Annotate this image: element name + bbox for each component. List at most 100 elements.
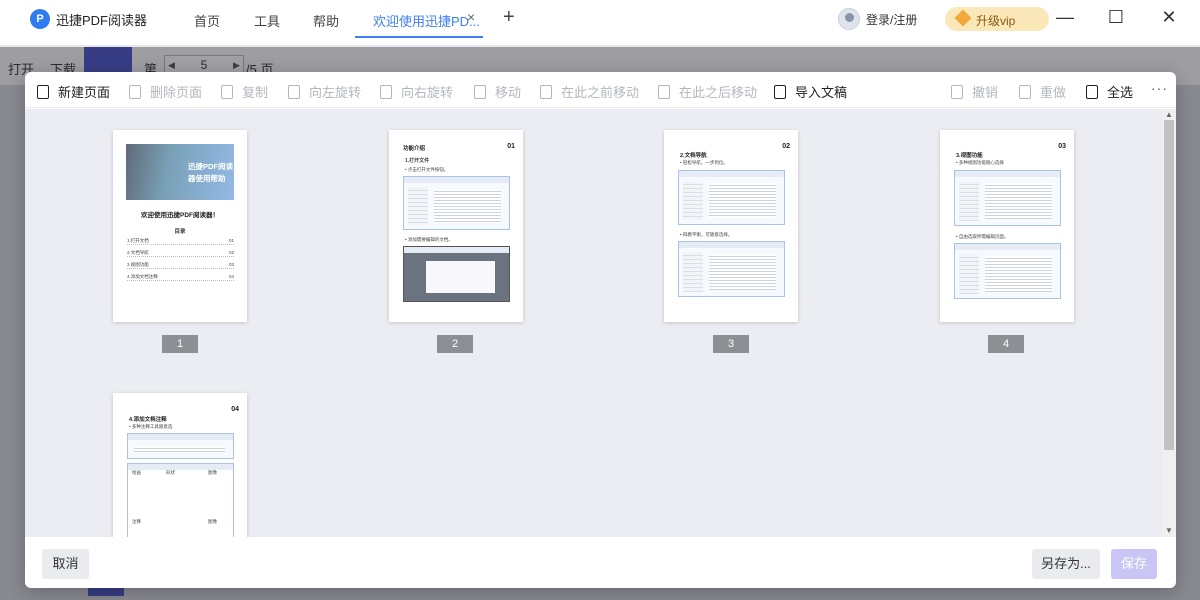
dialog-footer: 取消 另存为... 保存 (25, 537, 1176, 588)
page-text: • 添加需要编辑的文档。 (405, 237, 453, 242)
screenshot-image (403, 246, 510, 302)
page-heading: 4.添加文档注释 (129, 417, 167, 423)
new-page-icon (37, 85, 49, 99)
cover-title: 迅捷PDF阅读器使用帮助 (188, 162, 233, 183)
page-number: 02 (782, 143, 790, 150)
toc-row: 3.视图功能 03 (127, 262, 234, 269)
page-thumbnail-5[interactable]: 4.添加文档注释 04 • 多种注释工具随意选 绘画 形状 图像 注释 图像 (113, 393, 247, 537)
import-document-label: 导入文稿 (795, 85, 848, 100)
rotate-right-label: 向右旋转 (401, 85, 454, 100)
page-text: • 自由选取所需编辑页面。 (956, 234, 1009, 239)
new-page-label: 新建页面 (58, 85, 111, 100)
copy-button[interactable]: 复制 (221, 82, 268, 101)
upgrade-vip-label: 升级vip (976, 14, 1016, 28)
undo-label: 撤销 (972, 85, 999, 100)
page-thumbnail-1[interactable]: 迅捷PDF阅读器使用帮助 欢迎使用迅捷PDF阅读器！ 目录 1.打开文档 01 2… (113, 130, 247, 322)
close-window-button[interactable]: ✕ (1159, 7, 1179, 28)
page-label-4: 4 (988, 335, 1024, 353)
scroll-down-icon[interactable]: ▼ (1165, 526, 1173, 535)
page-number: 04 (231, 406, 239, 413)
scroll-up-icon[interactable]: ▲ (1165, 110, 1173, 119)
page-label-1: 1 (162, 335, 198, 353)
vertical-scrollbar[interactable]: ▲ ▼ (1162, 109, 1176, 537)
page-text: • 点击打开文件按钮。 (405, 167, 449, 172)
toc-item: 4.添加文档注释 (127, 274, 158, 279)
screenshot-image (678, 170, 785, 225)
delete-page-icon (129, 85, 141, 99)
toc-page: 03 (228, 262, 234, 267)
tool-label: 注释 (132, 519, 141, 524)
new-page-button[interactable]: 新建页面 (37, 82, 110, 101)
delete-page-label: 删除页面 (150, 85, 203, 100)
app-name: 迅捷PDF阅读器 (56, 13, 148, 28)
page-heading: 2.文档导航 (680, 153, 707, 159)
diamond-icon (954, 9, 972, 27)
add-tab-icon[interactable]: + (503, 6, 515, 29)
nav-tab-home[interactable]: 首页 (194, 11, 220, 30)
toc-page: 04 (228, 274, 234, 279)
login-link[interactable]: 登录/注册 (866, 11, 917, 28)
document-tab-label: 欢迎使用迅捷PD... (373, 14, 480, 29)
move-label: 移动 (495, 85, 522, 100)
rotate-right-button[interactable]: 向右旋转 (380, 82, 453, 101)
move-after-icon (658, 85, 670, 99)
move-button[interactable]: 移动 (474, 82, 521, 101)
delete-page-button[interactable]: 删除页面 (129, 82, 202, 101)
cancel-button[interactable]: 取消 (42, 549, 89, 579)
toc-row: 4.添加文档注释 04 (127, 274, 234, 281)
nav-tab-help[interactable]: 帮助 (313, 11, 339, 30)
save-button[interactable]: 保存 (1111, 549, 1157, 579)
upgrade-vip-button[interactable]: 升级vip (945, 7, 1049, 31)
page-thumbnail-grid: 迅捷PDF阅读器使用帮助 欢迎使用迅捷PDF阅读器！ 目录 1.打开文档 01 2… (25, 109, 1176, 537)
screenshot-image (127, 433, 234, 459)
import-icon (774, 85, 786, 99)
undo-icon (951, 85, 963, 99)
select-all-label: 全选 (1107, 85, 1134, 100)
rotate-left-button[interactable]: 向左旋转 (288, 82, 361, 101)
toc-page: 01 (228, 238, 234, 243)
save-as-button[interactable]: 另存为... (1032, 549, 1100, 579)
redo-label: 重做 (1040, 85, 1067, 100)
cover-image: 迅捷PDF阅读器使用帮助 (126, 144, 234, 200)
screenshot-image (954, 243, 1061, 299)
page-thumbnail-4[interactable]: 3.视图功能 03 • 多种视图功能随心选择 • 自由选取所需编辑页面。 (940, 130, 1074, 322)
page-management-dialog: 新建页面 删除页面 复制 向左旋转 向右旋转 移动 在此之前移动 在此之后移动 … (25, 72, 1176, 588)
move-after-button[interactable]: 在此之后移动 (658, 82, 757, 101)
tool-label: 图像 (208, 519, 217, 524)
page-label-3: 3 (713, 335, 749, 353)
document-tab[interactable]: 欢迎使用迅捷PD... × (355, 0, 483, 38)
select-all-button[interactable]: 全选 (1086, 82, 1133, 101)
tool-label: 形状 (166, 470, 175, 475)
page-thumbnail-3[interactable]: 2.文档导航 02 • 轻松导航，一步到位。 • 四模平衡，可随意选择。 (664, 130, 798, 322)
maximize-button[interactable]: ☐ (1106, 7, 1126, 28)
more-options-icon[interactable]: ··· (1151, 80, 1168, 96)
minimize-button[interactable]: — (1055, 7, 1075, 28)
annotation-tools-image: 绘画 形状 图像 注释 图像 (127, 463, 234, 537)
close-tab-icon[interactable]: × (467, 9, 475, 25)
screenshot-image (678, 241, 785, 297)
redo-button[interactable]: 重做 (1019, 82, 1066, 101)
page-heading: 功能介绍 (403, 146, 426, 152)
rotate-left-icon (288, 85, 300, 99)
move-icon (474, 85, 486, 99)
import-document-button[interactable]: 导入文稿 (774, 82, 847, 101)
scrollbar-thumb[interactable] (1164, 120, 1174, 450)
toc-item: 1.打开文档 (127, 238, 149, 243)
nav-tab-tools[interactable]: 工具 (254, 11, 280, 30)
move-before-button[interactable]: 在此之前移动 (540, 82, 639, 101)
undo-button[interactable]: 撤销 (951, 82, 998, 101)
move-before-icon (540, 85, 552, 99)
page-text: • 轻松导航，一步到位。 (680, 160, 728, 165)
toc-item: 3.视图功能 (127, 262, 149, 267)
page-number: 01 (507, 143, 515, 150)
rotate-right-icon (380, 85, 392, 99)
avatar[interactable] (838, 8, 860, 30)
toc-row: 1.打开文档 01 (127, 238, 234, 245)
toc-row: 2.文档导航 02 (127, 250, 234, 257)
page-thumbnail-2[interactable]: 功能介绍 01 1.打开文件 • 点击打开文件按钮。 • 添加需要编辑的文档。 (389, 130, 523, 322)
select-all-icon (1086, 85, 1098, 99)
move-before-label: 在此之前移动 (561, 85, 640, 100)
page-text: • 多种视图功能随心选择 (956, 160, 1004, 165)
page-text: • 多种注释工具随意选 (129, 424, 173, 429)
toc-item: 2.文档导航 (127, 250, 149, 255)
